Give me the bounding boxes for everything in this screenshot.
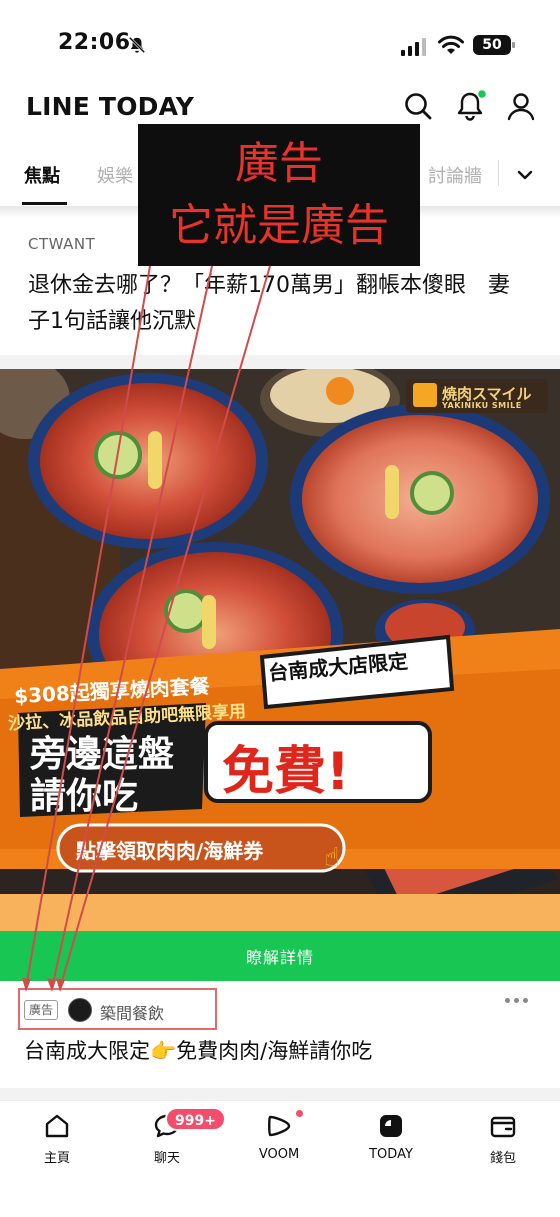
advertiser-avatar <box>68 998 92 1022</box>
annotation-line-2: 它就是廣告 <box>169 200 389 251</box>
home-icon <box>45 1114 69 1138</box>
nav-wallet[interactable]: 錢包 <box>458 1111 548 1166</box>
slogan-line-2: 請你吃 <box>30 776 139 817</box>
voom-icon <box>268 1115 291 1137</box>
battery-indicator: 50 <box>473 35 515 55</box>
tab-discussion-wall[interactable]: 討論牆 <box>428 162 482 188</box>
learn-more-button[interactable]: 瞭解詳情 <box>0 931 560 981</box>
bottom-navigation: 主頁 聊天 VOOM TODAY 錢包 <box>0 1100 560 1217</box>
tab-divider <box>498 160 499 186</box>
feed-separator <box>0 355 560 369</box>
profile-icon[interactable] <box>505 90 537 122</box>
nav-wallet-label: 錢包 <box>489 1151 516 1166</box>
coupon-cta: 點擊領取肉肉/海鮮券 <box>76 839 264 863</box>
today-icon <box>380 1115 402 1137</box>
free-text: 免費! <box>222 742 350 802</box>
annotation-box: 廣告 它就是廣告 <box>138 124 420 266</box>
status-bar: 22:06 50 <box>0 0 560 90</box>
bell-off-icon <box>128 36 146 54</box>
nav-today-label: TODAY <box>369 1147 413 1162</box>
brand-logo-en: YAKINIKU SMILE <box>442 401 522 410</box>
article-source: CTWANT <box>28 235 96 253</box>
nav-chat-label: 聊天 <box>153 1151 180 1166</box>
feed-separator <box>0 1088 560 1100</box>
chat-unread-badge: 999+ <box>165 1107 226 1131</box>
app-title: LINE TODAY <box>26 92 195 121</box>
search-icon[interactable] <box>402 90 434 122</box>
ad-title[interactable]: 台南成大限定👉免費肉肉/海鮮請你吃 <box>24 1035 372 1065</box>
tab-entertainment[interactable]: 娛樂 <box>97 162 133 188</box>
ad-tag: 廣告 <box>24 1000 59 1020</box>
battery-level: 50 <box>482 37 502 53</box>
wallet-icon <box>490 1116 516 1138</box>
annotation-line-1: 廣告 <box>235 138 323 189</box>
ad-banner-image[interactable]: 焼肉スマイル YAKINIKU SMILE 台南成大店限定 $308起獨享燒肉套… <box>0 369 560 931</box>
checker-pattern <box>0 894 560 931</box>
tab-focus[interactable]: 焦點 <box>24 162 60 188</box>
nav-voom[interactable]: VOOM <box>234 1111 324 1162</box>
nav-voom-label: VOOM <box>258 1147 300 1162</box>
nav-home-label: 主頁 <box>43 1151 70 1166</box>
pointing-hand-icon: ☝ <box>324 843 340 873</box>
ad-label-highlight: 廣告 築間餐飲 <box>18 988 217 1030</box>
chevron-down-icon[interactable] <box>514 164 536 186</box>
voom-new-dot <box>296 1110 303 1117</box>
nav-home[interactable]: 主頁 <box>12 1111 102 1166</box>
article-headline[interactable]: 退休金去哪了？「年薪170萬男」翻帳本傻眼 妻子1句話讓他沉默 <box>28 268 528 340</box>
active-tab-indicator <box>22 202 67 205</box>
status-time: 22:06 <box>58 30 131 55</box>
advertiser-name[interactable]: 築間餐飲 <box>100 1000 164 1024</box>
wifi-icon <box>438 35 464 54</box>
notification-bell-icon[interactable] <box>454 90 486 122</box>
nav-today[interactable]: TODAY <box>346 1111 436 1162</box>
cell-signal-icon <box>401 38 426 56</box>
more-options-icon[interactable] <box>505 998 535 1010</box>
